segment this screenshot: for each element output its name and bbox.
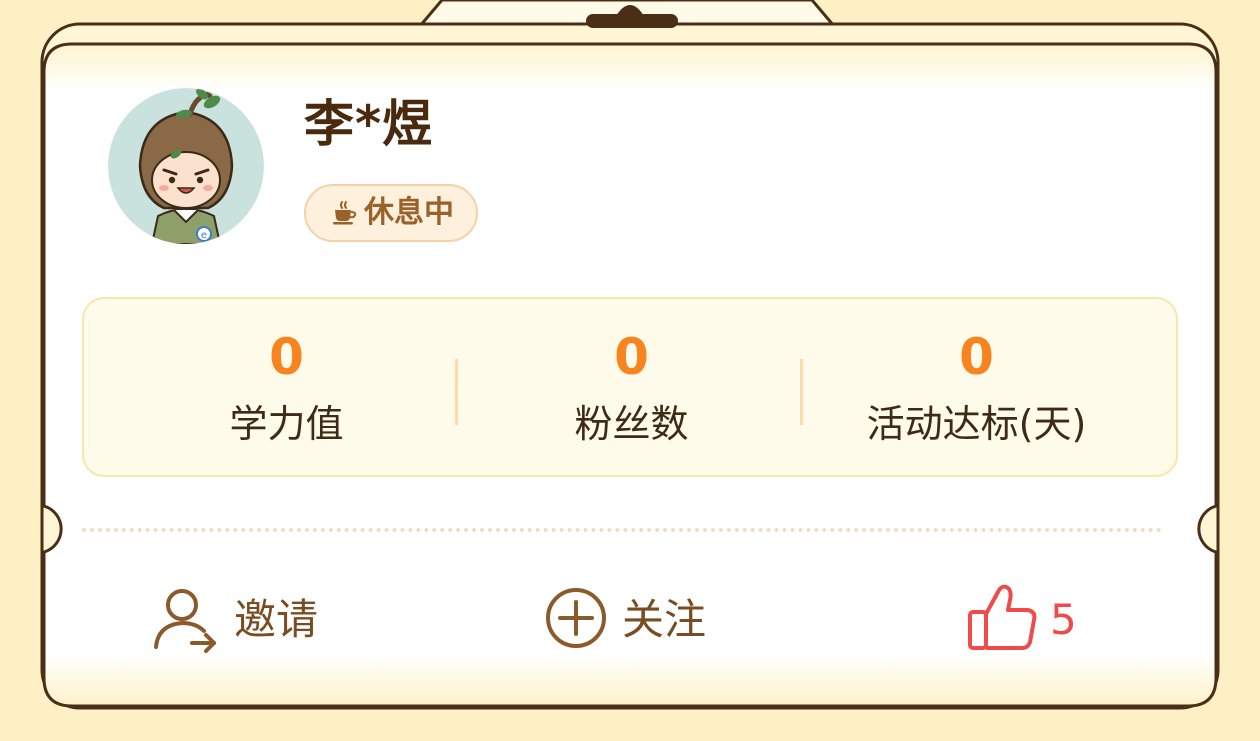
- stat-value: 0: [269, 328, 304, 386]
- invite-label: 邀请: [234, 595, 319, 644]
- svg-text:e: e: [201, 230, 207, 241]
- status-badge: 休息中: [304, 184, 478, 242]
- user-name: 李*煜: [304, 95, 434, 153]
- dotted-divider: [82, 528, 1162, 532]
- user-invite-icon: [150, 583, 220, 657]
- follow-button[interactable]: 关注: [544, 580, 706, 660]
- stat-divider: [455, 359, 458, 425]
- stat-study-points[interactable]: 0 学力值: [114, 299, 459, 475]
- stat-label: 活动达标(天): [866, 402, 1087, 446]
- like-count: 5: [1050, 595, 1077, 644]
- status-text: 休息中: [364, 195, 454, 230]
- thumbs-up-icon: [964, 580, 1040, 660]
- avatar[interactable]: e: [108, 88, 264, 244]
- stat-label: 学力值: [229, 402, 344, 446]
- stat-value: 0: [959, 328, 994, 386]
- stat-label: 粉丝数: [574, 402, 689, 446]
- like-button[interactable]: 5: [964, 580, 1077, 660]
- stat-value: 0: [614, 328, 649, 386]
- invite-button[interactable]: 邀请: [150, 580, 318, 660]
- follow-label: 关注: [622, 595, 707, 644]
- stat-divider: [800, 359, 803, 425]
- coffee-cup-icon: [328, 198, 358, 228]
- stats-panel: 0 学力值 0 粉丝数 0 活动达标(天): [82, 297, 1178, 477]
- plus-circle-icon: [544, 586, 608, 654]
- stat-activity-days[interactable]: 0 活动达标(天): [804, 299, 1149, 475]
- stat-followers[interactable]: 0 粉丝数: [459, 299, 804, 475]
- acorn-character-avatar-icon: e: [108, 88, 264, 244]
